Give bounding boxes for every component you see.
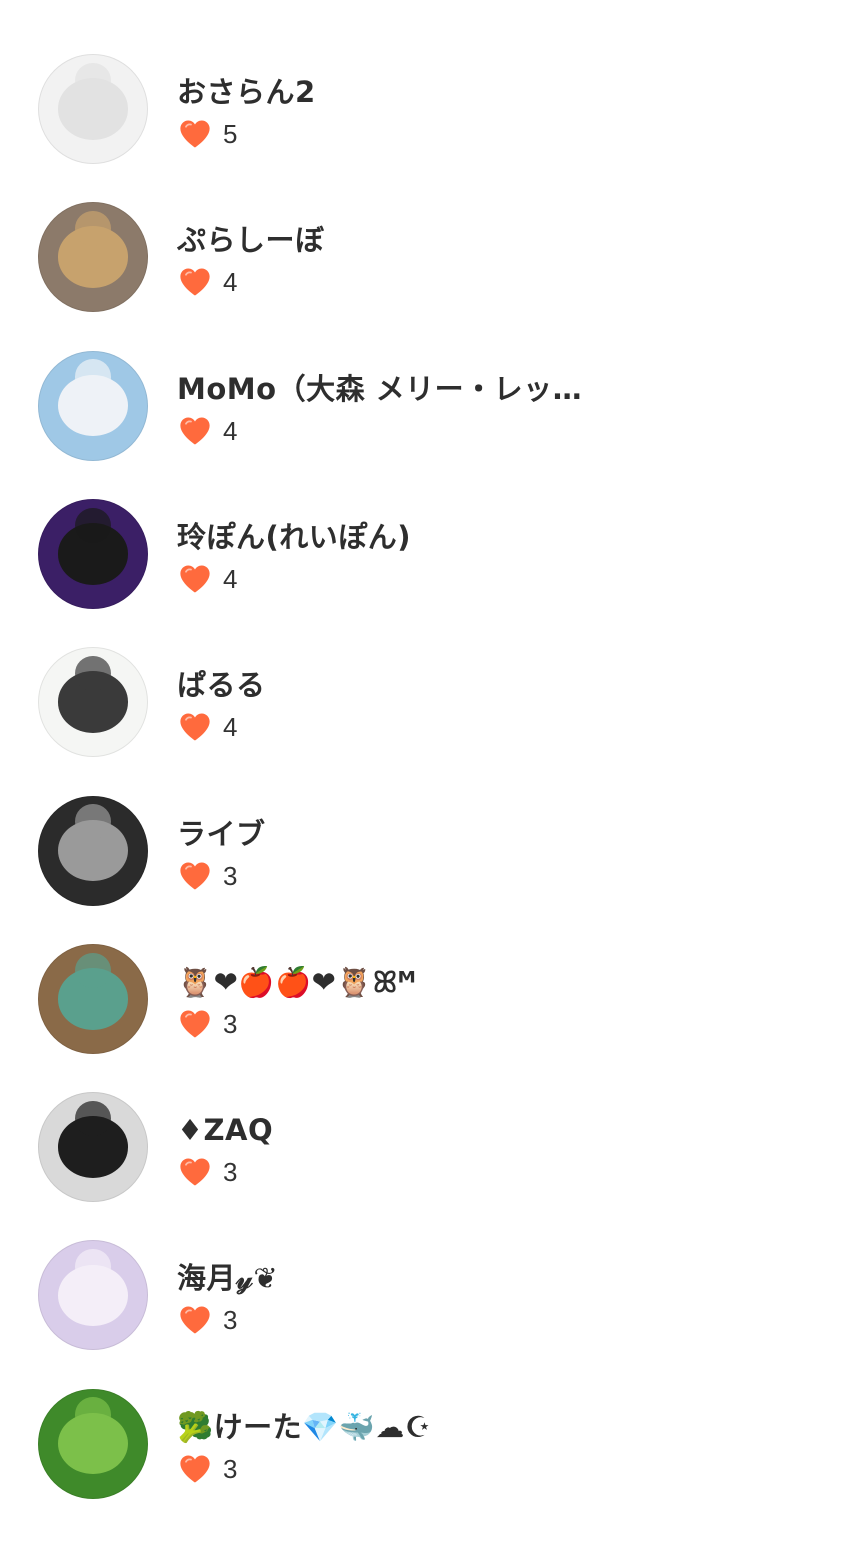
like-count-value: 4 — [223, 712, 238, 743]
heart-icon — [180, 1306, 210, 1334]
list-item[interactable]: 玲ぽん(れいぽん) 4 — [0, 498, 868, 647]
avatar[interactable] — [38, 647, 148, 758]
list-item[interactable]: 海月𝓎❦ 3 — [0, 1240, 868, 1388]
list-item[interactable]: 🦉❤🍎🍎❤🦉ꕤᴹ 3 — [0, 943, 868, 1092]
heart-icon — [180, 268, 210, 296]
user-name[interactable]: おさらん2 — [177, 74, 316, 110]
list-item[interactable]: ライブ 3 — [0, 795, 868, 944]
like-count-value: 4 — [223, 415, 238, 446]
user-name[interactable]: 海月𝓎❦ — [177, 1260, 278, 1296]
heart-icon — [180, 417, 210, 445]
user-name[interactable]: MoMo（大森 メリー・レッ… — [177, 371, 582, 407]
like-count: 3 — [177, 1006, 237, 1042]
user-name[interactable]: ぷらしーぼ — [177, 222, 325, 258]
drinks-icon-detail — [75, 952, 111, 988]
list-item[interactable]: MoMo（大森 メリー・レッ… 4 — [0, 350, 868, 499]
like-count: 3 — [177, 858, 237, 894]
bear-plush-icon-detail — [75, 211, 111, 247]
like-count: 5 — [177, 116, 237, 152]
user-name[interactable]: ♦ZAQ — [177, 1112, 273, 1148]
avatar[interactable] — [38, 1240, 148, 1351]
like-count-value: 3 — [223, 1453, 238, 1484]
like-count-value: 3 — [223, 860, 238, 891]
avatar[interactable] — [38, 1388, 148, 1499]
avatar[interactable] — [38, 202, 148, 313]
like-count: 3 — [177, 1154, 237, 1190]
anime-girl-icon-detail — [75, 359, 111, 395]
heart-icon — [180, 120, 210, 148]
like-count-value: 5 — [223, 119, 238, 149]
like-count: 4 — [177, 413, 237, 449]
like-count: 3 — [177, 1451, 237, 1487]
heart-icon — [180, 565, 210, 593]
anime-girl-icon-detail — [75, 1249, 111, 1285]
user-name[interactable]: ぱるる — [177, 667, 266, 703]
like-count-value: 4 — [223, 563, 238, 594]
like-count-value: 3 — [223, 1305, 238, 1336]
like-count: 3 — [177, 1302, 237, 1338]
heart-icon — [180, 862, 210, 889]
like-count: 4 — [177, 561, 237, 597]
list-item[interactable]: おさらん2 5 — [0, 54, 868, 202]
like-count: 4 — [177, 264, 237, 300]
broccoli-icon-detail — [75, 1397, 111, 1433]
person-icon-detail — [75, 1100, 111, 1137]
list-item[interactable]: ♦ZAQ 3 — [0, 1092, 868, 1240]
list-item[interactable]: ぷらしーぼ 4 — [0, 202, 868, 350]
heart-icon — [180, 1010, 210, 1038]
avatar[interactable] — [38, 498, 148, 609]
user-name[interactable]: 🥦けーた💎🐳☁☪ — [177, 1409, 431, 1445]
user-name[interactable]: 玲ぽん(れいぽん) — [177, 519, 411, 555]
avatar[interactable] — [38, 54, 148, 164]
like-count-value: 4 — [223, 267, 238, 298]
like-count-value: 3 — [223, 1157, 238, 1188]
liker-list: おさらん2 5 ぷらしーぼ 4 MoMo（大森 メリー・レッ… 4 玲ぽん(れい… — [0, 0, 868, 1544]
anime-boy-icon-detail — [75, 507, 111, 543]
motorcycle-icon-detail — [75, 804, 111, 840]
heart-icon — [180, 1455, 210, 1483]
list-item[interactable]: ぱるる 4 — [0, 647, 868, 795]
avatar[interactable] — [38, 1092, 148, 1203]
avatar[interactable] — [38, 350, 148, 461]
anime-girl-icon-detail — [75, 655, 111, 692]
user-name[interactable]: ライブ — [177, 816, 266, 852]
like-count: 4 — [177, 709, 237, 745]
heart-icon — [180, 1158, 210, 1186]
user-name[interactable]: 🦉❤🍎🍎❤🦉ꕤᴹ — [177, 964, 416, 1000]
list-item[interactable]: 🥦けーた💎🐳☁☪ 3 — [0, 1388, 868, 1537]
like-count-value: 3 — [223, 1008, 238, 1039]
plate-icon-detail — [75, 62, 111, 98]
heart-icon — [180, 713, 210, 741]
avatar[interactable] — [38, 943, 148, 1054]
avatar[interactable] — [38, 795, 148, 906]
